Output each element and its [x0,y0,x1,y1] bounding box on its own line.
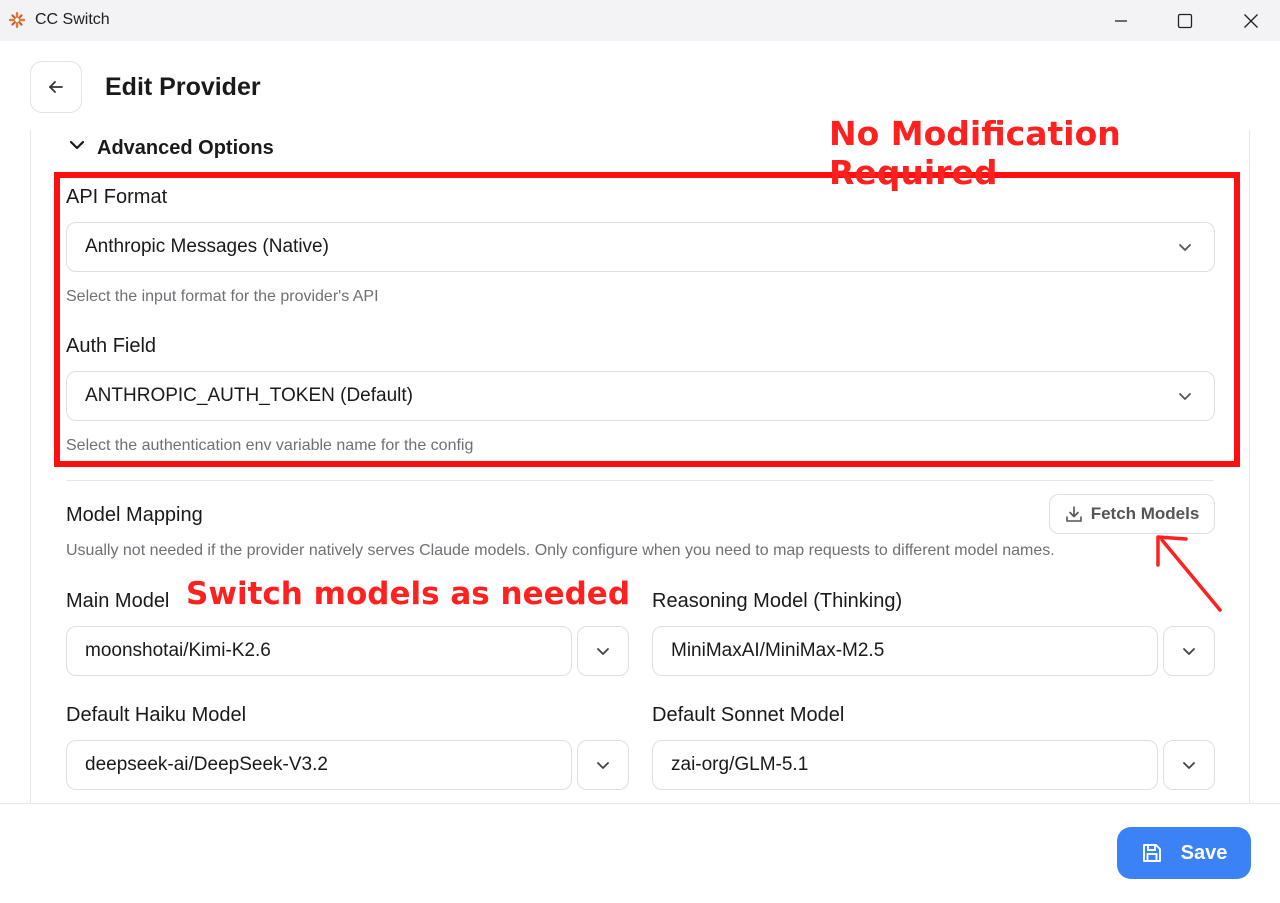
sonnet-model-label: Default Sonnet Model [652,704,845,726]
save-button[interactable]: Save [1117,827,1251,879]
section-divider [66,480,1214,481]
chevron-down-icon [597,648,609,655]
maximize-icon [1177,13,1193,28]
haiku-model-input[interactable]: deepseek-ai/DeepSeek-V3.2 [66,740,572,790]
main-model-input[interactable]: moonshotai/Kimi-K2.6 [66,626,572,676]
fetch-models-label: Fetch Models [1090,504,1200,523]
chevron-down-icon [1183,648,1195,655]
minimize-button[interactable] [1088,0,1154,41]
page-title: Edit Provider [105,73,261,101]
annotation-highlight-box [54,172,1240,467]
close-icon [1244,13,1258,28]
save-label: Save [1180,841,1228,864]
reasoning-model-label: Reasoning Model (Thinking) [652,590,903,612]
sonnet-model-dropdown-button[interactable] [1163,740,1215,790]
advanced-options-label[interactable]: Advanced Options [97,137,274,160]
sonnet-model-input[interactable]: zai-org/GLM-5.1 [652,740,1158,790]
minimize-icon [1115,19,1127,22]
save-icon [1142,844,1161,862]
fetch-models-button[interactable]: Fetch Models [1049,494,1215,534]
reasoning-model-input[interactable]: MiniMaxAI/MiniMax-M2.5 [652,626,1158,676]
haiku-model-label: Default Haiku Model [66,704,247,726]
title-bar: CC Switch [0,0,1280,41]
model-mapping-hint: Usually not needed if the provider nativ… [66,542,1055,559]
chevron-down-icon [69,140,85,150]
main-model-value: moonshotai/Kimi-K2.6 [85,640,271,661]
annotation-arrow-icon [1156,535,1222,612]
back-button[interactable] [30,61,82,113]
model-mapping-label: Model Mapping [66,504,203,526]
main-model-dropdown-button[interactable] [577,626,629,676]
maximize-button[interactable] [1152,0,1218,41]
window-title: CC Switch [35,11,110,28]
close-button[interactable] [1218,0,1280,41]
main-model-label: Main Model [66,590,170,612]
haiku-model-dropdown-button[interactable] [577,740,629,790]
app-logo-icon [9,12,25,28]
annotation-no-modification: No Modification Required [829,114,1121,192]
footer-divider [0,803,1280,804]
app-window: CC Switch Edit Provider Advanced Options… [0,0,1280,903]
arrow-left-icon [49,81,63,93]
annotation-switch-models: Switch models as needed [186,576,631,612]
haiku-model-value: deepseek-ai/DeepSeek-V3.2 [85,754,328,775]
advanced-options-toggle[interactable] [68,136,86,154]
reasoning-model-value: MiniMaxAI/MiniMax-M2.5 [671,640,885,661]
reasoning-model-dropdown-button[interactable] [1163,626,1215,676]
sonnet-model-value: zai-org/GLM-5.1 [671,754,809,775]
chevron-down-icon [597,762,609,769]
chevron-down-icon [1183,762,1195,769]
download-icon [1065,506,1082,522]
